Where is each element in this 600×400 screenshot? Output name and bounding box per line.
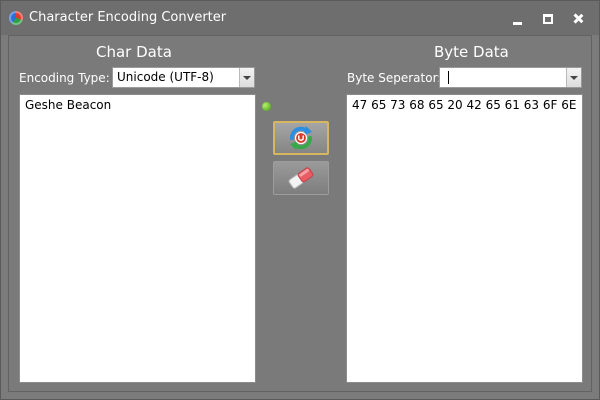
minimize-button[interactable]: [507, 9, 529, 27]
char-data-heading: Char Data: [96, 43, 172, 61]
close-button[interactable]: [567, 9, 589, 27]
text-caret: [448, 71, 449, 84]
separator-dropdown-arrow[interactable]: [566, 68, 581, 87]
char-data-textarea[interactable]: Geshe Beacon: [19, 94, 256, 383]
chevron-down-icon: [243, 76, 251, 80]
char-data-text: Geshe Beacon: [25, 98, 112, 112]
encoding-type-value: Unicode (UTF-8): [117, 70, 214, 84]
maximize-button[interactable]: [537, 9, 559, 27]
convert-icon: [290, 126, 312, 150]
chevron-down-icon: [570, 76, 578, 80]
convert-button[interactable]: [273, 121, 329, 155]
window-title: Character Encoding Converter: [29, 10, 227, 25]
encoding-type-label: Encoding Type:: [19, 71, 110, 85]
encoding-type-select[interactable]: Unicode (UTF-8): [112, 67, 255, 88]
byte-data-textarea[interactable]: 47 65 73 68 65 20 42 65 61 63 6F 6E: [346, 94, 583, 383]
byte-data-heading: Byte Data: [434, 43, 509, 61]
clear-button[interactable]: [273, 161, 329, 195]
byte-data-text: 47 65 73 68 65 20 42 65 61 63 6F 6E: [352, 98, 577, 112]
byte-separator-label: Byte Seperator:: [347, 71, 442, 85]
eraser-icon: [288, 167, 314, 189]
main-window: Character Encoding Converter Char Data B…: [0, 0, 600, 400]
encoding-dropdown-arrow[interactable]: [239, 68, 254, 87]
app-icon: [9, 11, 23, 25]
status-indicator: [262, 102, 271, 111]
byte-separator-select[interactable]: [439, 67, 582, 88]
title-bar[interactable]: Character Encoding Converter: [1, 1, 599, 35]
